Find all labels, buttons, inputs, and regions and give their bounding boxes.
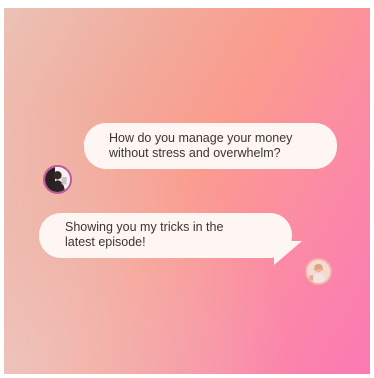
message-bubble-question: How do you manage your money without str… (84, 123, 337, 169)
message-text-line: How do you manage your money (109, 131, 293, 145)
person-photo-icon (45, 167, 70, 192)
message-text-line: without stress and overwhelm? (109, 146, 281, 160)
avatar (305, 258, 332, 285)
chat-graphic: How do you manage your money without str… (4, 8, 370, 374)
message-text-line: latest episode! (65, 235, 146, 249)
message-bubble-answer: Showing you my tricks in the latest epis… (39, 213, 292, 258)
message-text-line: Showing you my tricks in the (65, 220, 224, 234)
avatar (43, 165, 72, 194)
person-photo-icon (307, 260, 330, 283)
